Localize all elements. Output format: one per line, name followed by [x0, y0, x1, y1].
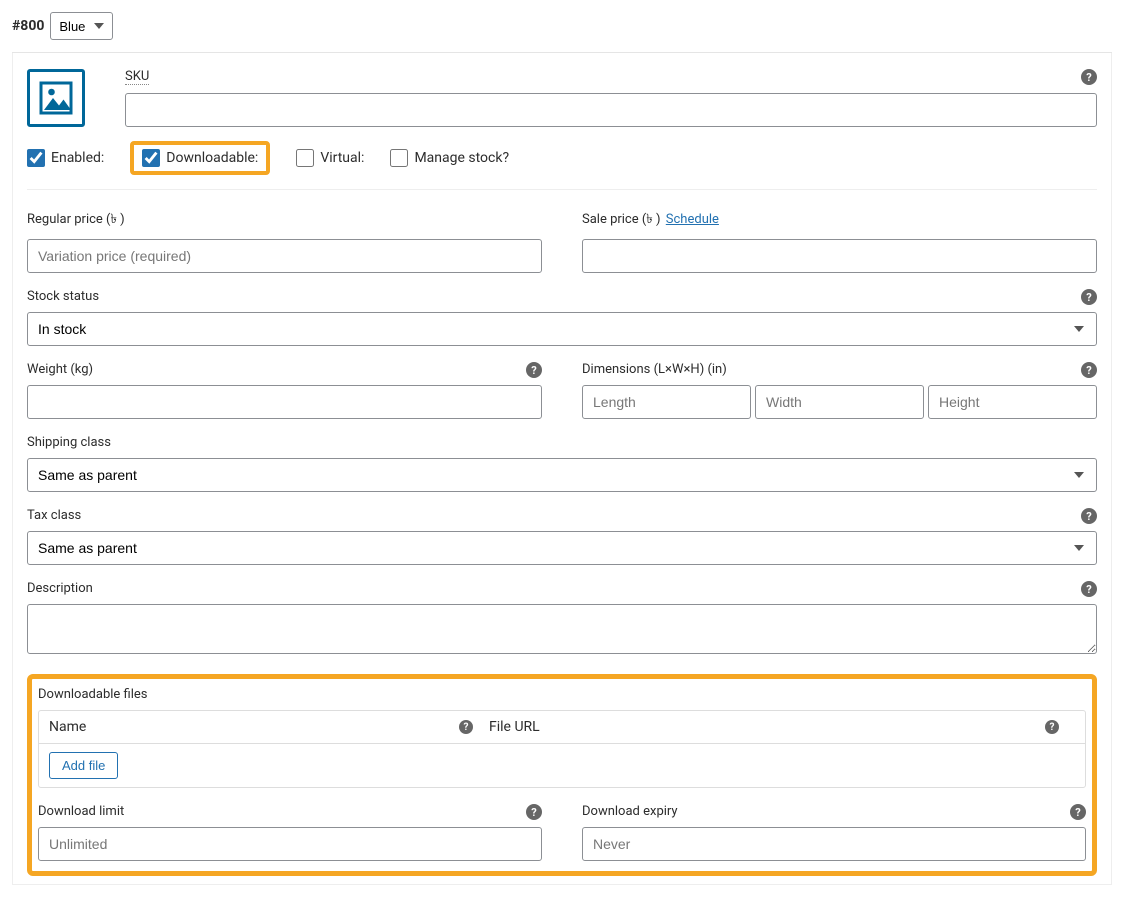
attribute-select[interactable]: Blue: [50, 12, 113, 40]
downloadable-label: Downloadable:: [166, 150, 258, 166]
weight-label: Weight (kg): [27, 362, 542, 377]
length-input[interactable]: [582, 385, 751, 419]
shipping-class-select[interactable]: Same as parent: [27, 458, 1097, 492]
schedule-link[interactable]: Schedule: [666, 212, 719, 227]
downloadable-highlight: Downloadable:: [130, 141, 270, 175]
virtual-checkbox[interactable]: [296, 149, 314, 167]
help-icon[interactable]: [1081, 289, 1097, 305]
file-url-column-header: File URL: [489, 719, 1075, 735]
stock-status-label: Stock status: [27, 289, 1097, 304]
variation-id: #800: [12, 18, 44, 34]
variation-body: SKU Enabled: Downloadable: Virtual: Mana…: [12, 53, 1112, 885]
enabled-label: Enabled:: [51, 150, 104, 166]
tax-class-label: Tax class: [27, 508, 1097, 523]
description-textarea[interactable]: [27, 604, 1097, 654]
sale-price-label: Sale price (৳ ) Schedule: [582, 210, 1097, 231]
tax-class-select[interactable]: Same as parent: [27, 531, 1097, 565]
regular-price-input[interactable]: [27, 239, 542, 273]
downloadable-checkbox[interactable]: [142, 149, 160, 167]
download-expiry-input[interactable]: [582, 827, 1086, 861]
manage-stock-checkbox-wrap[interactable]: Manage stock?: [390, 149, 509, 167]
variation-image-placeholder[interactable]: [27, 69, 85, 127]
sku-label: SKU: [125, 69, 1097, 85]
help-icon[interactable]: [1045, 720, 1059, 734]
help-icon[interactable]: [1081, 581, 1097, 597]
help-icon[interactable]: [1081, 69, 1097, 85]
downloadable-checkbox-wrap[interactable]: Downloadable:: [142, 149, 258, 167]
image-icon: [38, 80, 74, 116]
enabled-checkbox[interactable]: [27, 149, 45, 167]
weight-input[interactable]: [27, 385, 542, 419]
help-icon[interactable]: [459, 720, 473, 734]
download-limit-label: Download limit: [38, 804, 542, 819]
help-icon[interactable]: [1081, 508, 1097, 524]
file-name-column-header: Name: [49, 719, 489, 735]
enabled-checkbox-wrap[interactable]: Enabled:: [27, 149, 104, 167]
width-input[interactable]: [755, 385, 924, 419]
virtual-label: Virtual:: [320, 150, 364, 166]
shipping-class-label: Shipping class: [27, 435, 1097, 450]
manage-stock-checkbox[interactable]: [390, 149, 408, 167]
checkbox-row: Enabled: Downloadable: Virtual: Manage s…: [27, 127, 1097, 190]
virtual-checkbox-wrap[interactable]: Virtual:: [296, 149, 364, 167]
stock-status-select[interactable]: In stock: [27, 312, 1097, 346]
help-icon[interactable]: [1081, 362, 1097, 378]
manage-stock-label: Manage stock?: [414, 150, 509, 166]
add-file-button[interactable]: Add file: [49, 752, 118, 779]
help-icon[interactable]: [526, 804, 542, 820]
help-icon[interactable]: [1070, 804, 1086, 820]
sale-price-input[interactable]: [582, 239, 1097, 273]
dimensions-label: Dimensions (L×W×H) (in): [582, 362, 1097, 377]
sku-input[interactable]: [125, 93, 1097, 127]
help-icon[interactable]: [526, 362, 542, 378]
download-expiry-label: Download expiry: [582, 804, 1086, 819]
download-limit-input[interactable]: [38, 827, 542, 861]
regular-price-label: Regular price (৳ ): [27, 210, 542, 231]
height-input[interactable]: [928, 385, 1097, 419]
description-label: Description: [27, 581, 1097, 596]
variation-header: #800 Blue: [12, 12, 1112, 53]
downloadable-files-table: Name File URL Add file: [38, 710, 1086, 788]
downloadable-files-label: Downloadable files: [38, 683, 1086, 710]
downloadable-section-highlight: Downloadable files Name File URL Add fil…: [27, 674, 1097, 876]
